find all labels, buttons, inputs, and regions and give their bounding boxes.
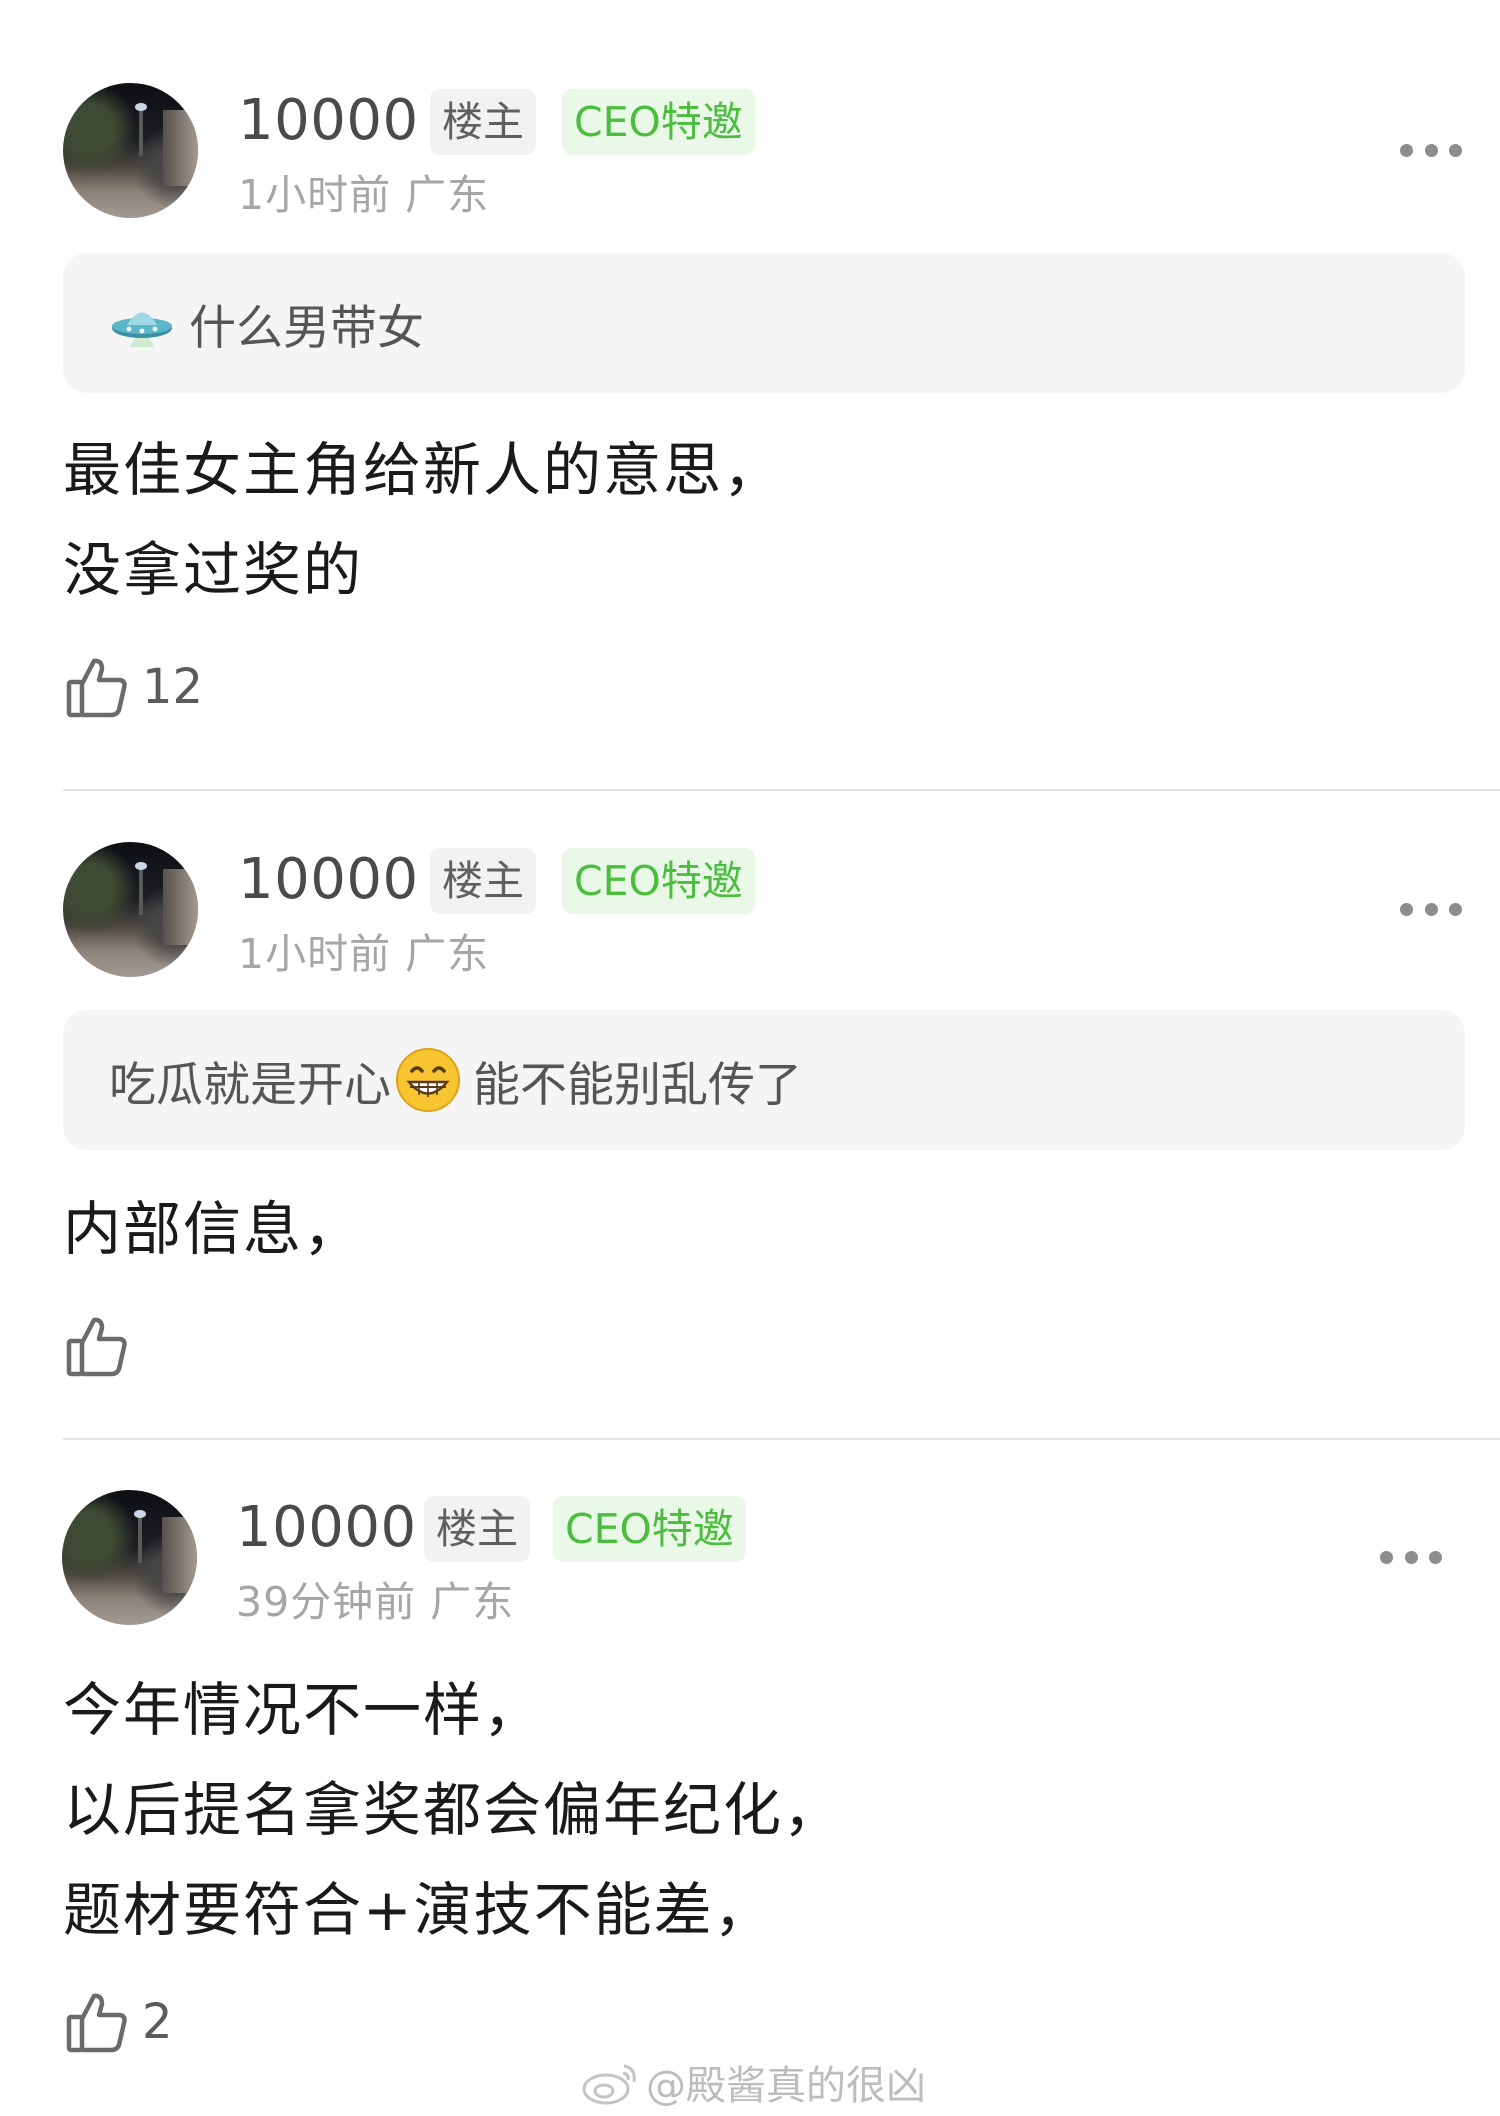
location: 广东: [405, 930, 490, 978]
comment-line: 没拿过奖的: [63, 536, 364, 604]
comment-meta: 1小时前 广东: [238, 175, 489, 216]
comment-body: 最佳女主角给新人的意思， 没拿过奖的: [63, 420, 783, 620]
grinning-face-icon: [396, 1048, 460, 1112]
like-button[interactable]: [66, 1314, 142, 1378]
comment-meta: 1小时前 广东: [238, 934, 489, 975]
comment-thread: 10000 楼主 CEO特邀 1小时前 广东 什么男带女 最佳女主角给新人的意思…: [0, 0, 1500, 2116]
comment-body: 今年情况不一样， 以后提名拿奖都会偏年纪化， 题材要符合+演技不能差，: [63, 1660, 843, 1960]
comment-line: 内部信息，: [63, 1195, 364, 1263]
thumbs-up-icon: [66, 1317, 127, 1377]
watermark-text: @殿酱真的很凶: [646, 2063, 926, 2109]
watermark: @殿酱真的很凶: [580, 2054, 926, 2110]
avatar[interactable]: [63, 83, 198, 218]
comment-line: 以后提名拿奖都会偏年纪化，: [63, 1776, 844, 1844]
thumbs-up-icon: [66, 1993, 127, 2053]
quote-text: 什么男带女: [189, 300, 424, 356]
username[interactable]: 10000: [236, 1500, 417, 1556]
quoted-reply[interactable]: 吃瓜就是开心 能不能别乱传了: [63, 1010, 1465, 1150]
weibo-logo-icon: [582, 2064, 636, 2105]
quoted-reply[interactable]: 什么男带女: [63, 253, 1465, 393]
thumbs-up-icon: [66, 658, 127, 718]
timestamp: 1小时前: [238, 930, 392, 978]
op-badge: 楼主: [430, 848, 536, 914]
like-button[interactable]: 2: [66, 1990, 173, 2054]
more-options-icon[interactable]: [1380, 1550, 1442, 1564]
ceo-invited-badge: CEO特邀: [562, 848, 755, 914]
timestamp: 39分钟前: [236, 1578, 417, 1626]
location: 广东: [430, 1578, 515, 1626]
comment-divider: [63, 1438, 1500, 1440]
like-count: 2: [142, 1994, 173, 2050]
quote-text: 能不能别乱传了: [473, 1057, 802, 1113]
username[interactable]: 10000: [238, 852, 419, 908]
comment-line: 最佳女主角给新人的意思，: [63, 436, 784, 504]
comment-line: 题材要符合+演技不能差，: [63, 1876, 774, 1944]
ceo-invited-badge: CEO特邀: [553, 1496, 746, 1562]
more-options-icon[interactable]: [1400, 902, 1462, 916]
op-badge: 楼主: [424, 1496, 530, 1562]
like-count: 12: [142, 659, 204, 715]
ufo-icon: [112, 312, 172, 347]
comment-meta: 39分钟前 广东: [236, 1582, 514, 1623]
quote-text: 吃瓜就是开心: [109, 1057, 391, 1113]
avatar[interactable]: [62, 1490, 197, 1625]
avatar[interactable]: [63, 842, 198, 977]
username[interactable]: 10000: [238, 93, 419, 149]
location: 广东: [405, 171, 490, 219]
like-button[interactable]: 12: [66, 655, 203, 719]
ceo-invited-badge: CEO特邀: [562, 89, 755, 155]
comment-line: 今年情况不一样，: [63, 1676, 544, 1744]
comment-body: 内部信息，: [63, 1179, 363, 1279]
op-badge: 楼主: [430, 89, 536, 155]
more-options-icon[interactable]: [1400, 143, 1462, 157]
comment-divider: [63, 789, 1500, 791]
timestamp: 1小时前: [238, 171, 392, 219]
